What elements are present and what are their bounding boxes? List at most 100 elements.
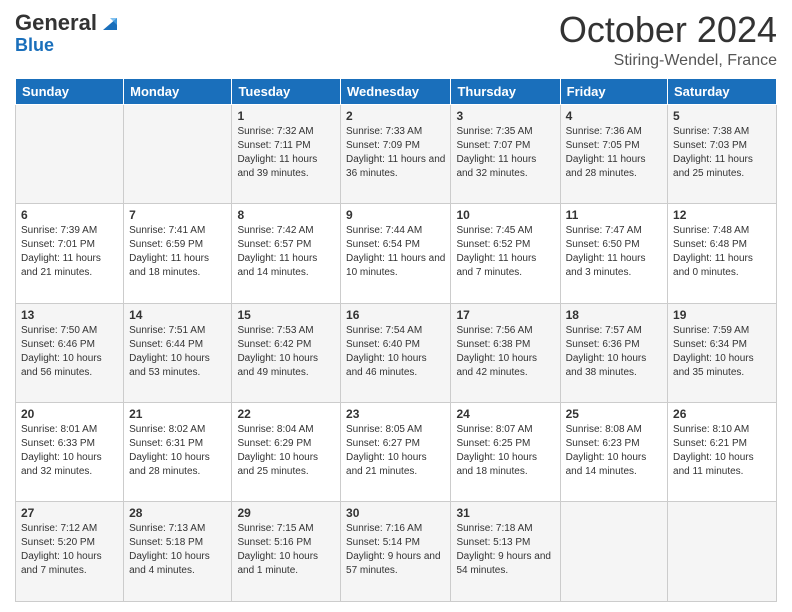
day-info: Sunrise: 8:04 AM Sunset: 6:29 PM Dayligh… (237, 423, 335, 479)
calendar-cell: 12 Sunrise: 7:48 AM Sunset: 6:48 PM Dayli… (668, 204, 777, 303)
day-info: Sunrise: 8:05 AM Sunset: 6:27 PM Dayligh… (346, 423, 445, 479)
calendar-cell: 15Sunrise: 7:53 AM Sunset: 6:42 PM Dayli… (232, 303, 341, 402)
calendar-cell: 7 Sunrise: 7:41 AM Sunset: 6:59 PM Daylig… (124, 204, 232, 303)
col-header-saturday: Saturday (668, 78, 777, 104)
day-number: 29 (237, 506, 335, 520)
calendar-cell: 18 Sunrise: 7:57 AM Sunset: 6:36 PM Dayli… (560, 303, 667, 402)
calendar-cell: 4 Sunrise: 7:36 AM Sunset: 7:05 PM Daylig… (560, 104, 667, 203)
day-number: 23 (346, 407, 445, 421)
calendar-cell: 26Sunrise: 8:10 AM Sunset: 6:21 PM Dayli… (668, 403, 777, 502)
calendar-cell (668, 502, 777, 602)
calendar-cell: 19Sunrise: 7:59 AM Sunset: 6:34 PM Dayli… (668, 303, 777, 402)
calendar-cell: 20 Sunrise: 8:01 AM Sunset: 6:33 PM Dayli… (16, 403, 124, 502)
day-number: 18 (566, 308, 662, 322)
day-info: Sunrise: 7:51 AM Sunset: 6:44 PM Dayligh… (129, 324, 226, 380)
calendar-cell: 30Sunrise: 7:16 AM Sunset: 5:14 PM Dayli… (341, 502, 451, 602)
col-header-monday: Monday (124, 78, 232, 104)
day-number: 28 (129, 506, 226, 520)
day-info: Sunrise: 7:53 AM Sunset: 6:42 PM Dayligh… (237, 324, 335, 380)
calendar-cell: 5Sunrise: 7:38 AM Sunset: 7:03 PM Daylig… (668, 104, 777, 203)
day-info: Sunrise: 8:08 AM Sunset: 6:23 PM Dayligh… (566, 423, 662, 479)
col-header-friday: Friday (560, 78, 667, 104)
day-info: Sunrise: 7:12 AM Sunset: 5:20 PM Dayligh… (21, 522, 118, 578)
calendar-week-3: 13Sunrise: 7:50 AM Sunset: 6:46 PM Dayli… (16, 303, 777, 402)
calendar-cell (16, 104, 124, 203)
day-info: Sunrise: 8:07 AM Sunset: 6:25 PM Dayligh… (456, 423, 554, 479)
month-title: October 2024 (559, 10, 777, 50)
day-number: 7 (129, 208, 226, 222)
page: General Blue October 2024 Stiring-Wendel… (0, 0, 792, 612)
day-number: 21 (129, 407, 226, 421)
calendar-cell: 31Sunrise: 7:18 AM Sunset: 5:13 PM Dayli… (451, 502, 560, 602)
day-number: 13 (21, 308, 118, 322)
day-info: Sunrise: 7:35 AM Sunset: 7:07 PM Dayligh… (456, 125, 554, 181)
title-block: October 2024 Stiring-Wendel, France (559, 10, 777, 70)
day-info: Sunrise: 7:56 AM Sunset: 6:38 PM Dayligh… (456, 324, 554, 380)
calendar-cell: 9 Sunrise: 7:44 AM Sunset: 6:54 PM Daylig… (341, 204, 451, 303)
calendar-table: SundayMondayTuesdayWednesdayThursdayFrid… (15, 78, 777, 602)
day-number: 2 (346, 109, 445, 123)
day-number: 12 (673, 208, 771, 222)
calendar-cell: 29 Sunrise: 7:15 AM Sunset: 5:16 PM Dayli… (232, 502, 341, 602)
day-info: Sunrise: 7:57 AM Sunset: 6:36 PM Dayligh… (566, 324, 662, 380)
day-number: 25 (566, 407, 662, 421)
calendar-week-5: 27 Sunrise: 7:12 AM Sunset: 5:20 PM Dayli… (16, 502, 777, 602)
day-number: 17 (456, 308, 554, 322)
calendar-week-2: 6 Sunrise: 7:39 AM Sunset: 7:01 PM Daylig… (16, 204, 777, 303)
day-info: Sunrise: 7:13 AM Sunset: 5:18 PM Dayligh… (129, 522, 226, 578)
calendar-cell: 22 Sunrise: 8:04 AM Sunset: 6:29 PM Dayli… (232, 403, 341, 502)
day-info: Sunrise: 7:42 AM Sunset: 6:57 PM Dayligh… (237, 224, 335, 280)
day-number: 20 (21, 407, 118, 421)
day-number: 16 (346, 308, 445, 322)
calendar-cell: 27 Sunrise: 7:12 AM Sunset: 5:20 PM Dayli… (16, 502, 124, 602)
day-number: 31 (456, 506, 554, 520)
day-info: Sunrise: 7:45 AM Sunset: 6:52 PM Dayligh… (456, 224, 554, 280)
day-number: 3 (456, 109, 554, 123)
day-number: 24 (456, 407, 554, 421)
calendar-cell: 28 Sunrise: 7:13 AM Sunset: 5:18 PM Dayli… (124, 502, 232, 602)
calendar-header-row: SundayMondayTuesdayWednesdayThursdayFrid… (16, 78, 777, 104)
day-number: 19 (673, 308, 771, 322)
location-title: Stiring-Wendel, France (559, 52, 777, 70)
calendar-cell: 1Sunrise: 7:32 AM Sunset: 7:11 PM Daylig… (232, 104, 341, 203)
day-number: 11 (566, 208, 662, 222)
calendar-cell: 21 Sunrise: 8:02 AM Sunset: 6:31 PM Dayli… (124, 403, 232, 502)
day-number: 4 (566, 109, 662, 123)
logo: General Blue (15, 10, 121, 56)
calendar-week-1: 1Sunrise: 7:32 AM Sunset: 7:11 PM Daylig… (16, 104, 777, 203)
logo-general-text: General (15, 10, 97, 36)
day-info: Sunrise: 7:16 AM Sunset: 5:14 PM Dayligh… (346, 522, 445, 578)
day-info: Sunrise: 7:38 AM Sunset: 7:03 PM Dayligh… (673, 125, 771, 181)
day-info: Sunrise: 7:44 AM Sunset: 6:54 PM Dayligh… (346, 224, 445, 280)
day-info: Sunrise: 8:01 AM Sunset: 6:33 PM Dayligh… (21, 423, 118, 479)
col-header-tuesday: Tuesday (232, 78, 341, 104)
calendar-cell: 3 Sunrise: 7:35 AM Sunset: 7:07 PM Daylig… (451, 104, 560, 203)
calendar-cell: 10Sunrise: 7:45 AM Sunset: 6:52 PM Dayli… (451, 204, 560, 303)
day-info: Sunrise: 7:39 AM Sunset: 7:01 PM Dayligh… (21, 224, 118, 280)
calendar-cell: 13Sunrise: 7:50 AM Sunset: 6:46 PM Dayli… (16, 303, 124, 402)
logo-blue-text: Blue (15, 35, 54, 55)
day-number: 8 (237, 208, 335, 222)
day-info: Sunrise: 8:10 AM Sunset: 6:21 PM Dayligh… (673, 423, 771, 479)
day-info: Sunrise: 7:15 AM Sunset: 5:16 PM Dayligh… (237, 522, 335, 578)
day-number: 27 (21, 506, 118, 520)
calendar-cell: 14Sunrise: 7:51 AM Sunset: 6:44 PM Dayli… (124, 303, 232, 402)
col-header-sunday: Sunday (16, 78, 124, 104)
day-info: Sunrise: 7:54 AM Sunset: 6:40 PM Dayligh… (346, 324, 445, 380)
day-number: 9 (346, 208, 445, 222)
calendar-week-4: 20 Sunrise: 8:01 AM Sunset: 6:33 PM Dayli… (16, 403, 777, 502)
calendar-cell: 24 Sunrise: 8:07 AM Sunset: 6:25 PM Dayli… (451, 403, 560, 502)
day-info: Sunrise: 7:41 AM Sunset: 6:59 PM Dayligh… (129, 224, 226, 280)
header: General Blue October 2024 Stiring-Wendel… (15, 10, 777, 70)
logo-icon (99, 12, 121, 34)
col-header-wednesday: Wednesday (341, 78, 451, 104)
day-info: Sunrise: 8:02 AM Sunset: 6:31 PM Dayligh… (129, 423, 226, 479)
calendar-cell: 25 Sunrise: 8:08 AM Sunset: 6:23 PM Dayli… (560, 403, 667, 502)
day-number: 22 (237, 407, 335, 421)
day-info: Sunrise: 7:33 AM Sunset: 7:09 PM Dayligh… (346, 125, 445, 181)
calendar-cell: 16 Sunrise: 7:54 AM Sunset: 6:40 PM Dayli… (341, 303, 451, 402)
day-number: 6 (21, 208, 118, 222)
day-info: Sunrise: 7:48 AM Sunset: 6:48 PM Dayligh… (673, 224, 771, 280)
day-info: Sunrise: 7:47 AM Sunset: 6:50 PM Dayligh… (566, 224, 662, 280)
day-info: Sunrise: 7:36 AM Sunset: 7:05 PM Dayligh… (566, 125, 662, 181)
